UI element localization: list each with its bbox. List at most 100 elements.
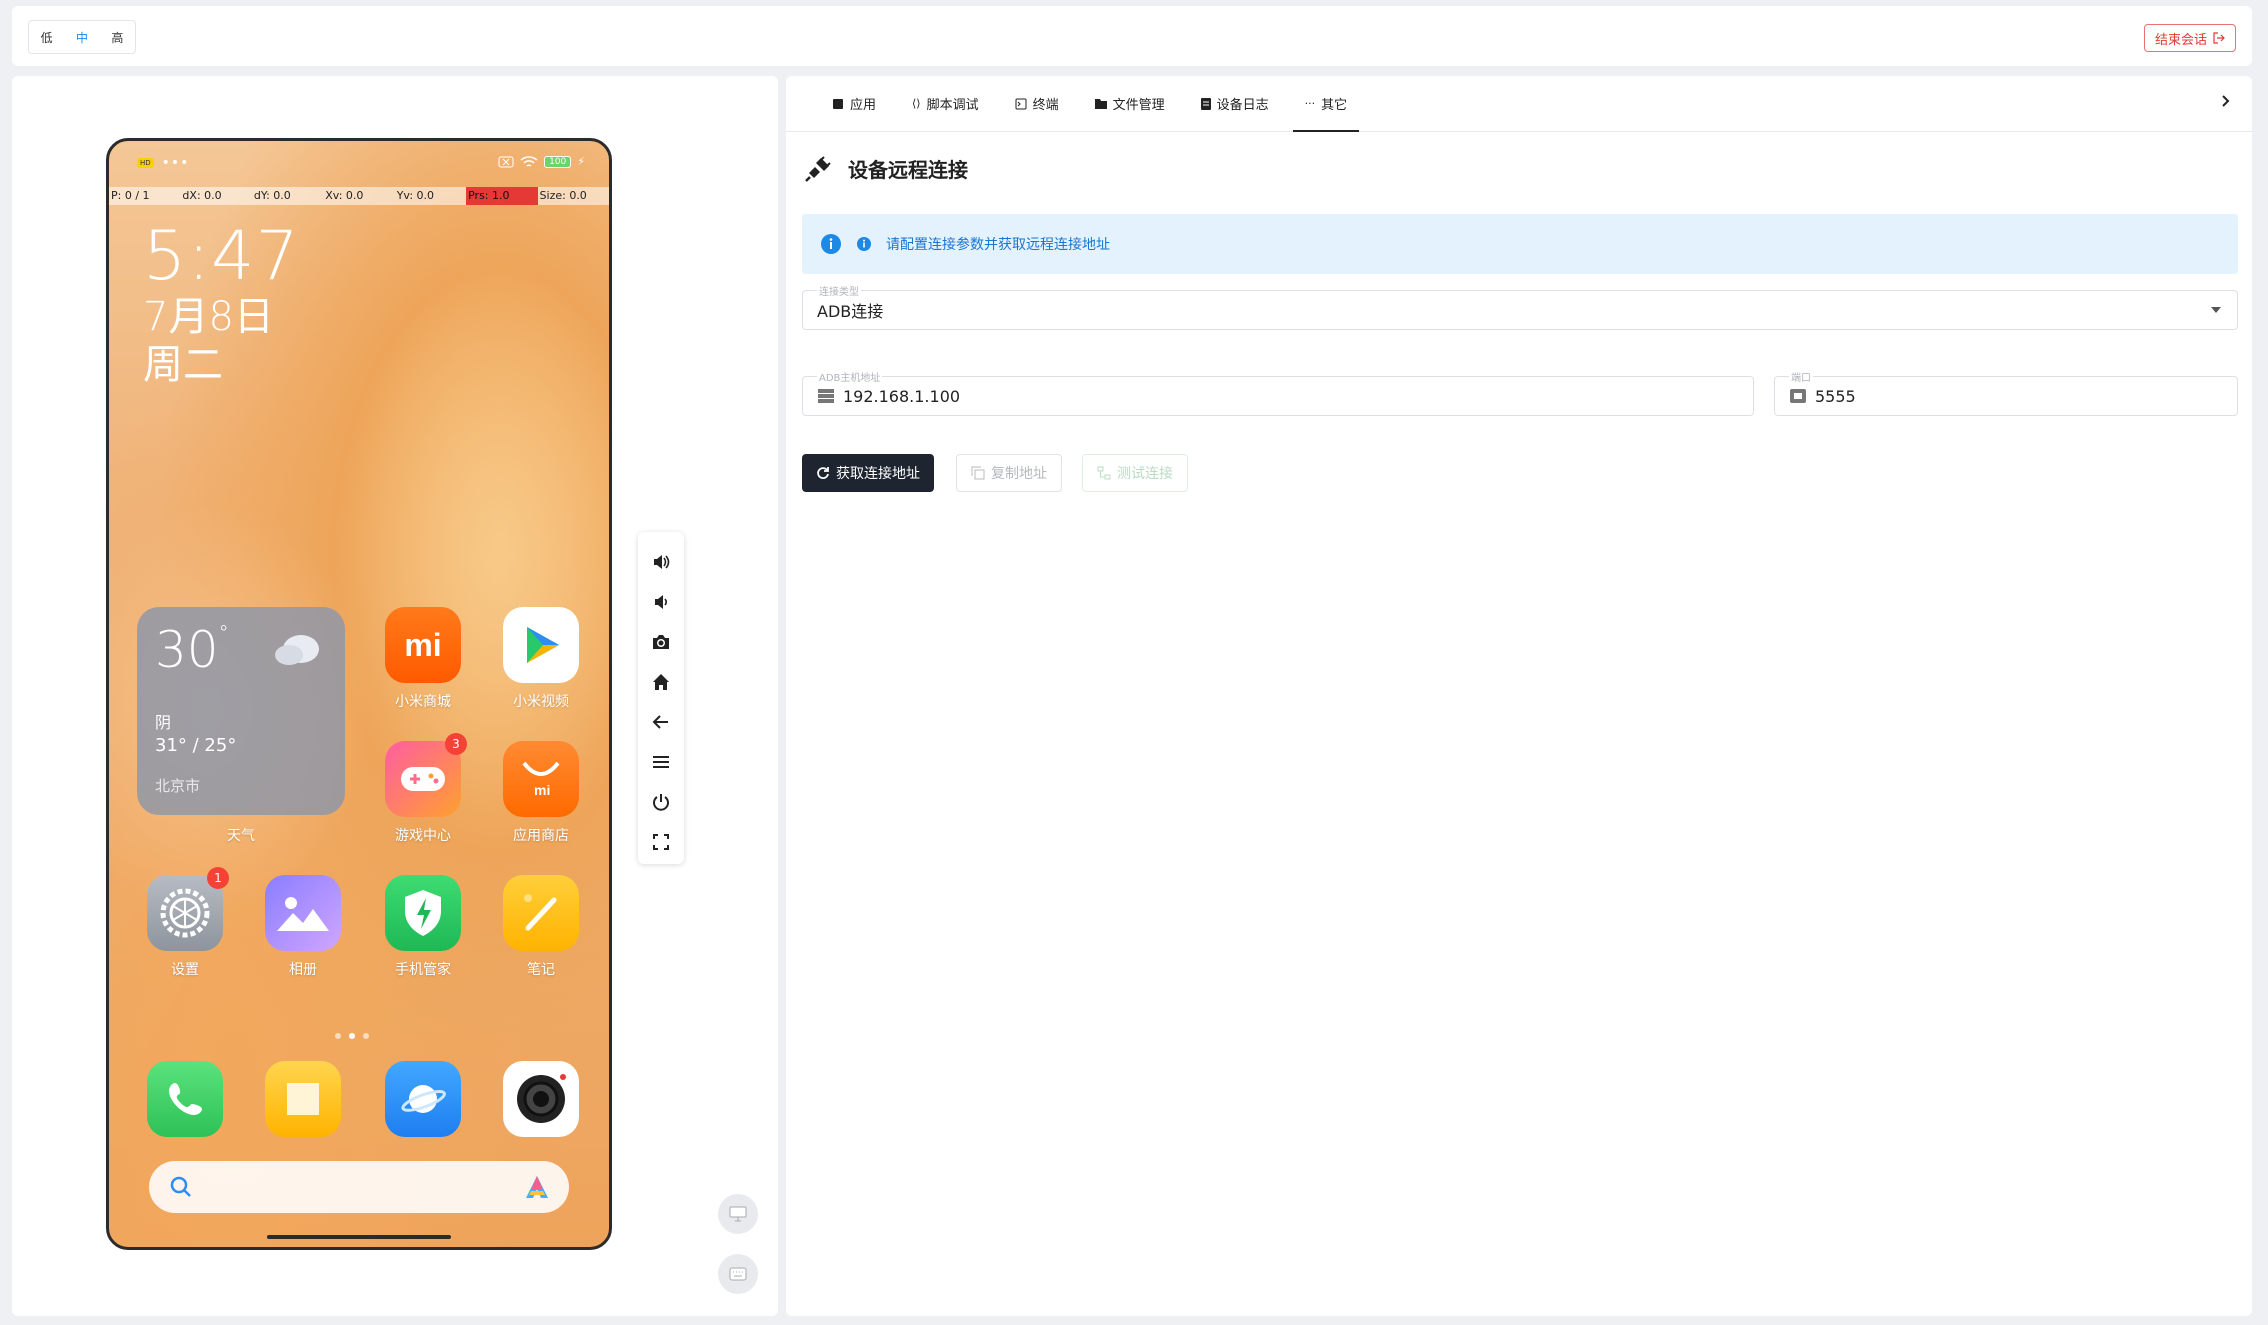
log-icon	[1200, 97, 1211, 110]
app-store-icon[interactable]: mi	[503, 741, 579, 817]
info-alert: 请配置连接参数并获取远程连接地址	[802, 214, 2238, 274]
tab-bar: 应用 ⟨⟩ 脚本调试 终端 文件管理 设备日志 ··· 其它	[786, 76, 2252, 132]
security-icon[interactable]	[385, 875, 461, 951]
sim-icon	[498, 156, 514, 167]
search-icon	[170, 1176, 191, 1197]
tab-label: 脚本调试	[926, 98, 979, 113]
tab-label: 设备日志	[1216, 98, 1269, 113]
ethernet-icon	[1790, 389, 1806, 403]
tab-apps[interactable]: 应用	[814, 76, 894, 132]
wallpaper-petal	[349, 261, 609, 821]
display-toggle-button[interactable]	[718, 1194, 758, 1234]
refresh-icon	[817, 467, 829, 479]
weather-condition: 阴	[155, 713, 172, 732]
host-address-field[interactable]: ADB主机地址 192.168.1.100	[802, 369, 1754, 416]
pointer-xv: Xv: 0.0	[325, 189, 364, 202]
page-indicator	[335, 1033, 369, 1039]
mi-store-icon[interactable]: mi	[385, 607, 461, 683]
camera-icon[interactable]	[503, 1061, 579, 1137]
test-connection-button[interactable]: 测试连接	[1082, 454, 1188, 492]
keyboard-toggle-button[interactable]	[718, 1254, 758, 1294]
messages-icon[interactable]	[265, 1061, 341, 1137]
copy-address-button[interactable]: 复制地址	[956, 454, 1062, 492]
connection-type-value: ADB连接	[817, 302, 884, 321]
weather-label: 天气	[227, 828, 255, 844]
end-session-label: 结束会话	[2154, 32, 2207, 48]
assistant-icon	[526, 1176, 548, 1198]
app-label: 应用商店	[513, 828, 569, 844]
back-icon[interactable]	[645, 702, 677, 742]
quality-low[interactable]: 低	[29, 29, 64, 46]
phone-icon[interactable]	[147, 1061, 223, 1137]
gallery-icon[interactable]	[265, 875, 341, 951]
end-session-button[interactable]: 结束会话	[2143, 24, 2236, 52]
clock-weekday: 周二	[143, 342, 223, 388]
terminal-icon	[1015, 98, 1027, 109]
quality-medium[interactable]: 中	[64, 29, 99, 46]
quality-high[interactable]: 高	[100, 29, 135, 46]
tab-terminal[interactable]: 终端	[997, 76, 1077, 132]
battery-indicator: 100	[544, 155, 572, 168]
tab-label: 其它	[1321, 98, 1348, 113]
info-small-icon	[857, 237, 871, 251]
app-label: 小米商城	[395, 694, 451, 710]
field-label: 端口	[1789, 369, 1813, 384]
tab-label: 应用	[850, 98, 877, 113]
get-address-button[interactable]: 获取连接地址	[802, 454, 934, 492]
power-icon[interactable]	[645, 782, 677, 822]
home-indicator[interactable]	[267, 1235, 451, 1239]
info-message: 请配置连接参数并获取远程连接地址	[886, 237, 1110, 253]
app-label: 游戏中心	[395, 828, 451, 844]
logout-icon	[2213, 32, 2225, 44]
field-label: ADB主机地址	[817, 369, 883, 384]
tools-panel: 应用 ⟨⟩ 脚本调试 终端 文件管理 设备日志 ··· 其它 设备远程连接 请配	[786, 76, 2252, 1316]
top-bar: 低 中 高 结束会话	[12, 6, 2252, 66]
tab-file-manager[interactable]: 文件管理	[1077, 76, 1183, 132]
more-icon: ···	[1304, 97, 1316, 110]
more-dots-icon: •••	[161, 155, 190, 171]
clock-date: 7月8日	[143, 294, 274, 340]
test-connection-label: 测试连接	[1117, 466, 1173, 482]
device-panel: HD ••• 100 ⚡ P: 0 / 1 dX: 0.0 dY: 0.0 Xv…	[12, 76, 778, 1316]
mi-video-icon[interactable]	[503, 607, 579, 683]
weather-widget[interactable]: 30° 阴 31° / 25° 北京市	[137, 607, 345, 815]
screenshot-icon[interactable]	[645, 622, 677, 662]
get-address-label: 获取连接地址	[836, 466, 920, 482]
section-header: 设备远程连接	[804, 154, 968, 183]
wifi-icon	[520, 155, 538, 167]
pointer-yv: Yv: 0.0	[396, 189, 435, 202]
connection-type-select[interactable]: 连接类型 ADB连接	[802, 283, 2238, 330]
code-icon: ⟨⟩	[912, 97, 921, 110]
port-value: 5555	[1815, 386, 1856, 406]
app-icon	[833, 98, 843, 109]
dropdown-arrow-icon	[2211, 307, 2221, 313]
tab-label: 终端	[1032, 98, 1059, 113]
settings-icon[interactable]: 1	[147, 867, 229, 951]
quality-selector: 低 中 高	[28, 20, 136, 54]
fullscreen-icon[interactable]	[645, 822, 677, 862]
device-screen[interactable]: HD ••• 100 ⚡ P: 0 / 1 dX: 0.0 dY: 0.0 Xv…	[106, 138, 612, 1250]
tab-other[interactable]: ··· 其它	[1287, 76, 1366, 132]
notes-icon[interactable]	[503, 875, 579, 951]
pointer-size: Size: 0.0	[539, 189, 587, 202]
menu-icon[interactable]	[645, 742, 677, 782]
page-title: 设备远程连接	[848, 158, 968, 182]
game-center-icon[interactable]: 3	[385, 733, 467, 817]
search-bar[interactable]	[149, 1161, 569, 1213]
port-field[interactable]: 端口 5555	[1774, 369, 2238, 416]
pointer-prs: Prs: 1.0	[466, 187, 538, 205]
notification-badge: 1	[207, 867, 229, 889]
tab-device-log[interactable]: 设备日志	[1183, 76, 1287, 132]
browser-icon[interactable]	[385, 1061, 461, 1137]
pointer-dx: dX: 0.0	[182, 189, 222, 202]
notification-badge: 3	[445, 733, 467, 755]
cloud-icon	[275, 635, 319, 665]
volume-down-icon[interactable]	[645, 582, 677, 622]
chevron-right-icon[interactable]	[2220, 94, 2232, 108]
home-icon[interactable]	[645, 662, 677, 702]
tab-script-debug[interactable]: ⟨⟩ 脚本调试	[894, 76, 997, 132]
charging-icon: ⚡	[577, 155, 585, 168]
volume-up-icon[interactable]	[645, 542, 677, 582]
lockscreen-clock: 5:47 7月8日 周二	[143, 221, 300, 389]
app-label: 设置	[171, 962, 199, 978]
